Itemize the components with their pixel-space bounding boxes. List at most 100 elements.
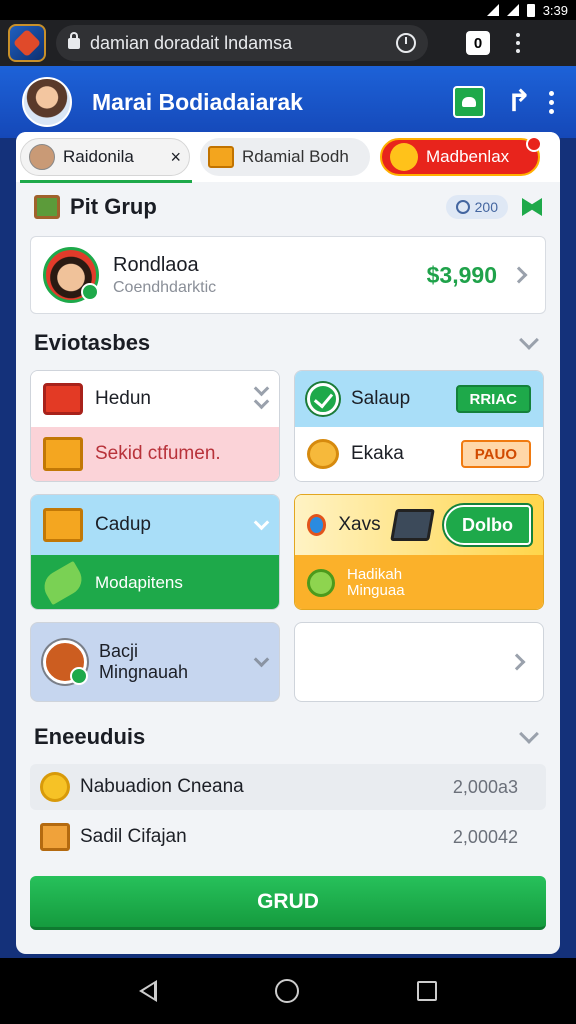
card-hedun[interactable]: Hedun Sekid ctfumen. xyxy=(30,370,280,482)
tab-label: Raidonila xyxy=(63,147,134,166)
avatar[interactable] xyxy=(22,77,72,127)
chevron-down-icon[interactable] xyxy=(253,651,270,667)
card-label: Bacji Mingnauah xyxy=(99,641,189,682)
chevron-down-icon[interactable] xyxy=(253,514,270,530)
group-title: Pit Grup xyxy=(70,194,157,219)
app-title: Marai Bodiadaiarak xyxy=(92,88,303,115)
chevron-down-icon xyxy=(519,724,539,744)
pin-icon xyxy=(307,514,327,536)
tab-bar: Raidonila × Rdamial Bodh Madbenlax xyxy=(16,132,560,182)
chevron-down-icon xyxy=(519,330,539,350)
card-cadup[interactable]: Cadup Modapitens xyxy=(30,494,280,610)
user-name: Rondlaoa xyxy=(113,253,199,276)
app-menu-icon[interactable] xyxy=(549,90,554,114)
user-avatar xyxy=(43,247,99,303)
coin-icon xyxy=(40,772,70,802)
url-bar[interactable]: damian doradait lndamsa xyxy=(56,25,428,61)
list-item[interactable]: Nabuadion Cneana 2,000a3 xyxy=(30,764,546,810)
site-logo-icon[interactable] xyxy=(8,24,46,62)
card-row xyxy=(295,623,543,701)
section-title: Eneeuduis xyxy=(34,724,146,749)
battery-icon xyxy=(526,3,535,17)
card-row: Sekid ctfumen. xyxy=(31,427,279,481)
add-button[interactable] xyxy=(453,86,485,118)
user-subtitle: Coendhdarktic xyxy=(113,278,217,296)
pauo-button[interactable]: PAUO xyxy=(460,440,531,468)
status-bar: 3:39 xyxy=(0,0,576,20)
add-icon xyxy=(462,97,476,107)
user-card[interactable]: Rondlaoa Coendhdarktic $3,990 xyxy=(30,236,546,314)
card-label: Sekid ctfumen. xyxy=(95,443,221,464)
recent-apps-icon[interactable] xyxy=(417,981,437,1001)
card-row: Salaup RRIAC xyxy=(295,371,543,427)
card-bacji[interactable]: Bacji Mingnauah xyxy=(30,622,280,702)
chevron-right-icon xyxy=(510,266,528,284)
section-title: Eviotasbes xyxy=(34,330,151,355)
section-header-eviotasbes[interactable]: Eviotasbes xyxy=(34,330,542,356)
chest-icon xyxy=(43,383,83,415)
laptop-icon xyxy=(389,509,435,541)
browser-menu-icon[interactable] xyxy=(516,33,520,53)
card-label: Modapitens xyxy=(95,573,183,592)
list-item[interactable]: Sadil Cifajan 2,00042 xyxy=(30,814,546,860)
section-header-eneeuduis[interactable]: Eneeuduis xyxy=(34,724,542,750)
browser-toolbar: damian doradait lndamsa 0 xyxy=(0,20,576,66)
box-icon xyxy=(43,437,83,471)
box-icon xyxy=(43,508,83,542)
rriac-button[interactable]: RRIAC xyxy=(455,385,531,413)
tab-count-button[interactable]: 0 xyxy=(466,31,490,55)
share-icon: ↱ xyxy=(506,85,532,118)
chevron-double-down-icon[interactable] xyxy=(253,380,270,410)
stat-value: 200 xyxy=(474,199,498,215)
transaction-amount: 2,00042 xyxy=(452,826,518,847)
transaction-label: Sadil Cifajan xyxy=(80,826,187,847)
tab-rdamial-bodh[interactable]: Rdamial Bodh xyxy=(200,138,370,176)
clock-icon xyxy=(455,200,470,214)
system-nav-bar xyxy=(0,958,576,1024)
card-label: Ekaka xyxy=(351,443,404,464)
card-label: Hedun xyxy=(95,388,151,409)
card-salaup[interactable]: Salaup RRIAC Ekaka PAUO xyxy=(294,370,544,482)
home-icon[interactable] xyxy=(275,979,299,1003)
crate-icon xyxy=(40,823,70,851)
card-row: Hadikah Minguaa xyxy=(295,555,543,609)
card-empty[interactable] xyxy=(294,622,544,702)
reload-icon[interactable] xyxy=(396,33,416,53)
status-time: 3:39 xyxy=(542,2,568,18)
user-amount: $3,990 xyxy=(426,261,497,288)
card-row: Bacji Mingnauah xyxy=(31,623,279,701)
card-row: Modapitens xyxy=(31,555,279,609)
tab-raidonila[interactable]: Raidonila × xyxy=(20,138,190,176)
card-row: Hedun xyxy=(31,371,279,427)
tab-label: Madbenlax xyxy=(426,147,510,166)
group-header: Pit Grup 200 xyxy=(34,194,542,220)
stat-badge: 200 xyxy=(445,195,508,219)
app-header: Marai Bodiadaiarak ↱ xyxy=(0,66,576,138)
back-icon[interactable] xyxy=(139,980,157,1002)
wifi-icon xyxy=(486,4,499,16)
paw-icon xyxy=(307,439,339,469)
notification-dot xyxy=(526,136,542,152)
slot-machine-icon xyxy=(43,640,88,685)
card-row: Ekaka PAUO xyxy=(295,427,543,481)
check-icon xyxy=(307,383,339,415)
url-text: damian doradait lndamsa xyxy=(90,32,293,53)
lock-icon xyxy=(68,31,80,49)
gift-icon xyxy=(208,146,234,168)
group-icon xyxy=(34,195,60,219)
close-icon[interactable]: × xyxy=(170,147,181,168)
chevron-right-icon xyxy=(508,653,526,671)
active-tab-indicator xyxy=(20,180,192,183)
card-row: Cadup xyxy=(31,495,279,555)
transaction-amount: 2,000a3 xyxy=(452,776,518,797)
card-xavs[interactable]: Xavs Dolbo Hadikah Minguaa xyxy=(294,494,544,610)
flag-icon[interactable] xyxy=(522,198,542,216)
leaf-icon xyxy=(38,560,88,606)
card-label: Cadup xyxy=(95,514,151,535)
grud-button[interactable]: GRUD xyxy=(30,876,546,930)
share-button[interactable]: ↱ xyxy=(503,86,535,118)
tab-madbenlax[interactable]: Madbenlax xyxy=(380,136,542,176)
dolbo-button[interactable]: Dolbo xyxy=(444,505,531,545)
signal-icon xyxy=(506,4,519,16)
transaction-label: Nabuadion Cneana xyxy=(80,776,244,797)
